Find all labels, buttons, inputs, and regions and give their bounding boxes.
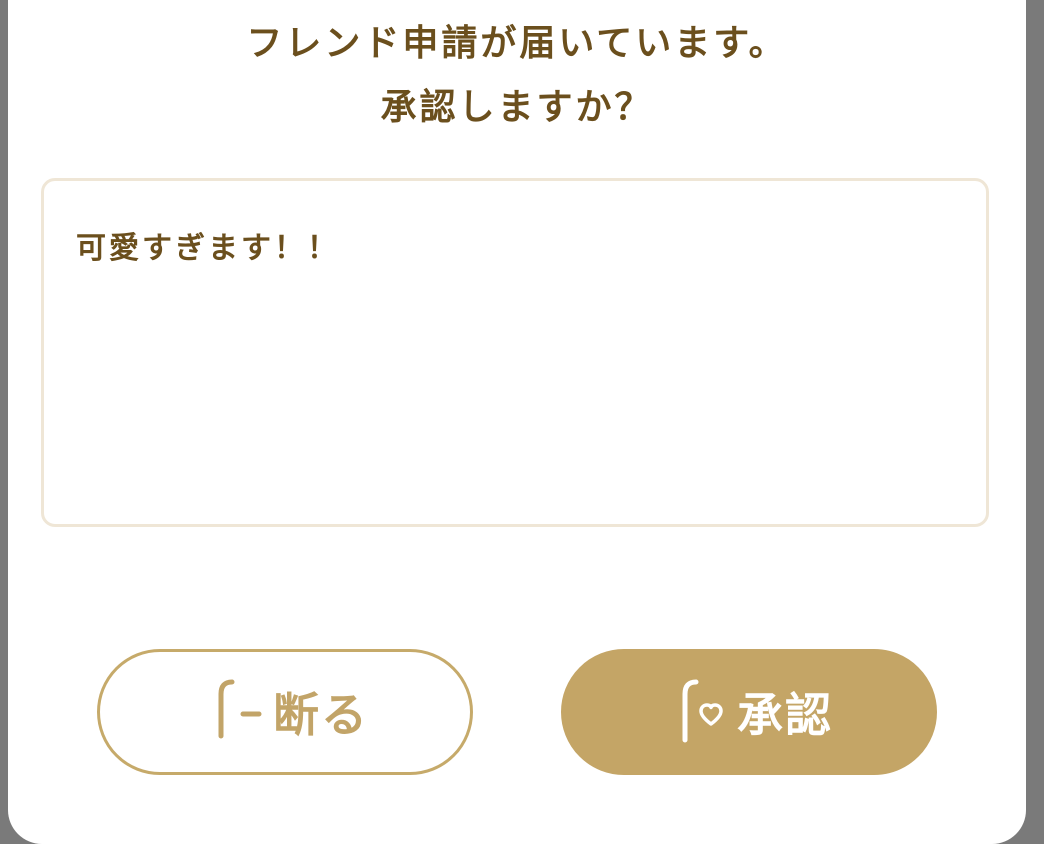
accept-button-label: 承認 bbox=[737, 688, 833, 742]
accept-button[interactable]: 承認 bbox=[561, 649, 937, 775]
f-minus-icon bbox=[201, 672, 265, 752]
f-heart-icon bbox=[665, 672, 729, 752]
friend-request-dialog: フレンド申請が届いています。 承認しますか？ 可愛すぎます！！ 断る 承認 bbox=[8, 0, 1026, 844]
dialog-title: フレンド申請が届いています。 承認しますか？ bbox=[8, 12, 1026, 140]
dialog-title-line2: 承認しますか？ bbox=[380, 87, 654, 128]
request-message-box: 可愛すぎます！！ bbox=[41, 178, 989, 527]
dialog-title-line1: フレンド申請が届いています。 bbox=[246, 23, 788, 64]
request-message-text: 可愛すぎます！！ bbox=[76, 231, 340, 266]
decline-button-label: 断る bbox=[273, 688, 369, 742]
decline-button[interactable]: 断る bbox=[97, 649, 473, 775]
